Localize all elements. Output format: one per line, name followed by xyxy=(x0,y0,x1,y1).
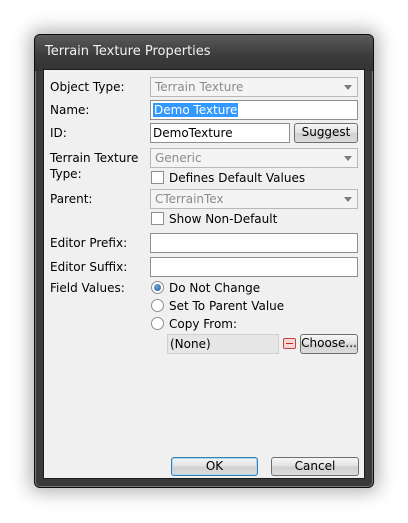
editor-suffix-field[interactable] xyxy=(150,257,358,277)
radio-do-not-change[interactable] xyxy=(151,281,164,294)
editor-suffix-label: Editor Suffix: xyxy=(50,260,128,274)
show-non-default-checkbox[interactable] xyxy=(151,212,164,225)
name-field-value: Demo Texture xyxy=(153,103,239,117)
terrain-texture-type-select[interactable]: Generic xyxy=(150,148,358,168)
title-bar[interactable]: Terrain Texture Properties xyxy=(35,35,373,71)
id-field-value: DemoTexture xyxy=(153,126,233,140)
id-field[interactable]: DemoTexture xyxy=(150,123,290,143)
defines-default-values-checkbox[interactable] xyxy=(151,171,164,184)
chevron-down-icon xyxy=(344,156,352,161)
radio-copy-from[interactable] xyxy=(151,317,164,330)
cancel-button[interactable]: Cancel xyxy=(271,457,359,476)
field-values-label: Field Values: xyxy=(50,281,125,295)
editor-prefix-field[interactable] xyxy=(150,233,358,253)
object-type-select[interactable]: Terrain Texture xyxy=(150,77,358,97)
radio-copy-from-label[interactable]: Copy From: xyxy=(169,317,237,331)
radio-do-not-change-label[interactable]: Do Not Change xyxy=(169,281,260,295)
ok-button[interactable]: OK xyxy=(171,457,258,476)
id-label: ID: xyxy=(50,126,67,140)
terrain-texture-type-value: Generic xyxy=(155,151,202,165)
object-type-value: Terrain Texture xyxy=(155,80,244,94)
suggest-button[interactable]: Suggest xyxy=(294,123,358,143)
name-label: Name: xyxy=(50,103,90,117)
defines-default-values-label[interactable]: Defines Default Values xyxy=(169,171,305,185)
dialog-body: Object Type: Terrain Texture Name: Demo … xyxy=(43,69,365,479)
chevron-down-icon xyxy=(344,85,352,90)
parent-label: Parent: xyxy=(50,192,93,206)
parent-value: CTerrainTex xyxy=(155,192,224,206)
radio-set-to-parent-value[interactable] xyxy=(151,299,164,312)
radio-selected-dot xyxy=(154,284,161,291)
radio-set-to-parent-value-label[interactable]: Set To Parent Value xyxy=(169,299,284,313)
chevron-down-icon xyxy=(344,197,352,202)
parent-select[interactable]: CTerrainTex xyxy=(150,189,358,209)
object-type-label: Object Type: xyxy=(50,80,125,94)
clear-icon[interactable] xyxy=(283,338,296,349)
copy-from-field: (None) xyxy=(167,334,279,354)
window-title: Terrain Texture Properties xyxy=(45,44,211,59)
choose-button[interactable]: Choose... xyxy=(300,334,358,354)
terrain-texture-type-label-line2: Type: xyxy=(50,167,82,181)
editor-prefix-label: Editor Prefix: xyxy=(50,236,128,250)
dialog-window: Terrain Texture Properties Object Type: … xyxy=(34,34,374,488)
show-non-default-label[interactable]: Show Non-Default xyxy=(169,212,277,226)
name-field[interactable]: Demo Texture xyxy=(150,100,358,120)
copy-from-value: (None) xyxy=(170,337,211,351)
terrain-texture-type-label: Terrain Texture xyxy=(50,151,139,165)
